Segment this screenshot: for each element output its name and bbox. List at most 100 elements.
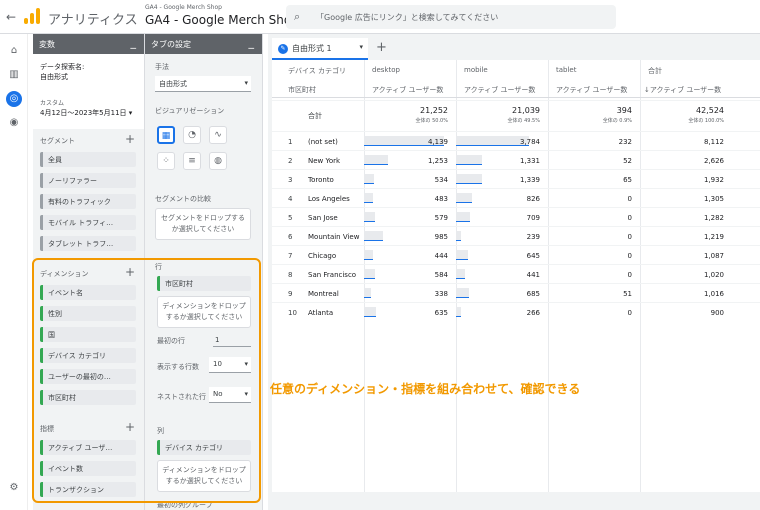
- value-cell: 1,016: [703, 290, 724, 298]
- add-segment-icon[interactable]: +: [125, 132, 135, 146]
- row-number: 6: [288, 233, 293, 241]
- row-number: 3: [288, 176, 293, 184]
- total-value: 42,524: [696, 106, 724, 115]
- row-number: 7: [288, 252, 293, 260]
- table-row[interactable]: 10 Atlanta 635 266 0 900: [272, 302, 760, 321]
- value-cell: 0: [627, 195, 632, 203]
- column-dim-header-row: デバイス カテゴリ desktop mobile tablet 合計: [272, 60, 760, 79]
- value-cell: 1,020: [703, 271, 724, 279]
- city-cell: (not set): [308, 138, 338, 146]
- metric-header[interactable]: アクティブ ユーザー数: [372, 85, 443, 95]
- date-range[interactable]: 4月12日～2023年5月11日 ▾: [40, 108, 132, 118]
- segment-drop-zone[interactable]: セグメントをドロップするか選択してください: [155, 208, 251, 240]
- table-viz-icon[interactable]: ▦: [157, 126, 175, 144]
- method-select[interactable]: 自由形式 ▾: [155, 76, 251, 92]
- value-cell: 1,282: [703, 214, 724, 222]
- value-cell: 0: [627, 252, 632, 260]
- table-row[interactable]: 7 Chicago 444 645 0 1,087: [272, 245, 760, 264]
- value-cell: 0: [627, 233, 632, 241]
- value-cell: 239: [526, 233, 540, 241]
- value-cell: 1,305: [703, 195, 724, 203]
- segment-chip[interactable]: 有料のトラフィック: [40, 194, 136, 209]
- bar-chart-icon[interactable]: ≡: [183, 152, 201, 170]
- row-number: 9: [288, 290, 293, 298]
- value-cell: 65: [623, 176, 632, 184]
- exploration-name[interactable]: 自由形式: [40, 72, 68, 82]
- top-bar: ← アナリティクス GA4 - Google Merch Shop GA4 - …: [0, 0, 760, 34]
- value-cell: 4,139: [427, 138, 448, 146]
- value-cell: 900: [710, 309, 724, 317]
- admin-gear-icon[interactable]: ⚙: [6, 480, 22, 496]
- method-label: 手法: [155, 63, 169, 71]
- add-tab-icon[interactable]: +: [376, 40, 387, 55]
- collapse-icon[interactable]: _: [131, 36, 137, 49]
- value-cell: 1,087: [703, 252, 724, 260]
- table-row[interactable]: 8 San Francisco 584 441 0 1,020: [272, 264, 760, 283]
- advertising-icon[interactable]: ◉: [6, 115, 22, 131]
- value-cell: 1,932: [703, 176, 724, 184]
- data-table: デバイス カテゴリ desktop mobile tablet 合計 市区町村 …: [272, 60, 760, 492]
- value-cell: 709: [526, 214, 540, 222]
- metric-header[interactable]: アクティブ ユーザー数: [464, 85, 535, 95]
- column-header: 合計: [648, 67, 662, 75]
- value-cell: 52: [623, 157, 632, 165]
- search-icon: ⌕: [294, 10, 301, 23]
- callout-text: 任意のディメンション・指標を組み合わせて、確認できる: [270, 382, 581, 396]
- table-row[interactable]: 4 Los Angeles 483 826 0 1,305: [272, 188, 760, 207]
- search-box[interactable]: ⌕ 「Google 広告にリンク」と検索してみてください: [286, 5, 616, 29]
- metric-header[interactable]: アクティブ ユーザー数: [556, 85, 627, 95]
- tab-status-icon: ✎: [278, 43, 288, 54]
- value-cell: 0: [627, 271, 632, 279]
- segment-chip[interactable]: ノーリファラー: [40, 173, 136, 188]
- row-number: 2: [288, 157, 293, 165]
- table-row[interactable]: 2 New York 1,253 1,331 52 2,626: [272, 150, 760, 169]
- property-account[interactable]: GA4 - Google Merch Shop: [145, 4, 222, 11]
- value-cell: 483: [434, 195, 448, 203]
- value-cell: 3,784: [519, 138, 540, 146]
- exploration-name-label: データ探索名:: [40, 63, 85, 71]
- scatter-plot-icon[interactable]: ⁘: [157, 152, 175, 170]
- value-cell: 635: [434, 309, 448, 317]
- tab-menu-icon[interactable]: ▾: [359, 43, 363, 51]
- value-cell: 579: [434, 214, 448, 222]
- table-row[interactable]: 1 (not set) 4,139 3,784 232 8,112: [272, 131, 760, 150]
- row-number: 10: [288, 309, 297, 317]
- chevron-down-icon: ▾: [128, 109, 133, 117]
- city-cell: Toronto: [308, 176, 334, 184]
- value-cell: 232: [618, 138, 632, 146]
- geo-map-icon[interactable]: ◍: [209, 152, 227, 170]
- city-cell: San Jose: [308, 214, 338, 222]
- metric-header-sorted[interactable]: ↓アクティブ ユーザー数: [644, 85, 721, 95]
- donut-chart-icon[interactable]: ◔: [183, 126, 201, 144]
- segment-chip[interactable]: モバイル トラフィ…: [40, 215, 136, 230]
- collapse-icon[interactable]: _: [249, 36, 255, 49]
- table-row[interactable]: 5 San Jose 579 709 0 1,282: [272, 207, 760, 226]
- row-dim-header: 市区町村: [288, 86, 316, 94]
- left-nav: ⌂ ▥ ◎ ◉ ⚙: [0, 34, 28, 510]
- table-row[interactable]: 3 Toronto 534 1,339 65 1,932: [272, 169, 760, 188]
- value-bar: [456, 307, 461, 317]
- city-cell: Chicago: [308, 252, 337, 260]
- home-icon[interactable]: ⌂: [6, 43, 22, 59]
- table-row[interactable]: 9 Montreal 338 685 51 1,016: [272, 283, 760, 302]
- row-number: 1: [288, 138, 293, 146]
- segment-chip[interactable]: 全員: [40, 152, 136, 167]
- city-cell: Montreal: [308, 290, 339, 298]
- total-value: 21,252: [420, 106, 448, 115]
- value-cell: 1,219: [703, 233, 724, 241]
- segment-compare-label: セグメントの比較: [155, 195, 211, 203]
- back-arrow-icon[interactable]: ←: [6, 10, 16, 24]
- property-selector[interactable]: GA4 - Google Merch Shop: [145, 13, 299, 27]
- table-row[interactable]: 6 Mountain View 985 239 0 1,219: [272, 226, 760, 245]
- value-cell: 51: [623, 290, 632, 298]
- reports-icon[interactable]: ▥: [6, 67, 22, 83]
- segment-chip[interactable]: タブレット トラフ…: [40, 236, 136, 251]
- total-value: 21,039: [512, 106, 540, 115]
- line-chart-icon[interactable]: ∿: [209, 126, 227, 144]
- value-cell: 338: [434, 290, 448, 298]
- explore-icon[interactable]: ◎: [6, 91, 22, 107]
- custom-label: カスタム: [40, 100, 65, 107]
- tab-freeform-1[interactable]: ✎ 自由形式 1 ▾: [272, 38, 368, 60]
- city-cell: Los Angeles: [308, 195, 350, 203]
- value-cell: 645: [526, 252, 540, 260]
